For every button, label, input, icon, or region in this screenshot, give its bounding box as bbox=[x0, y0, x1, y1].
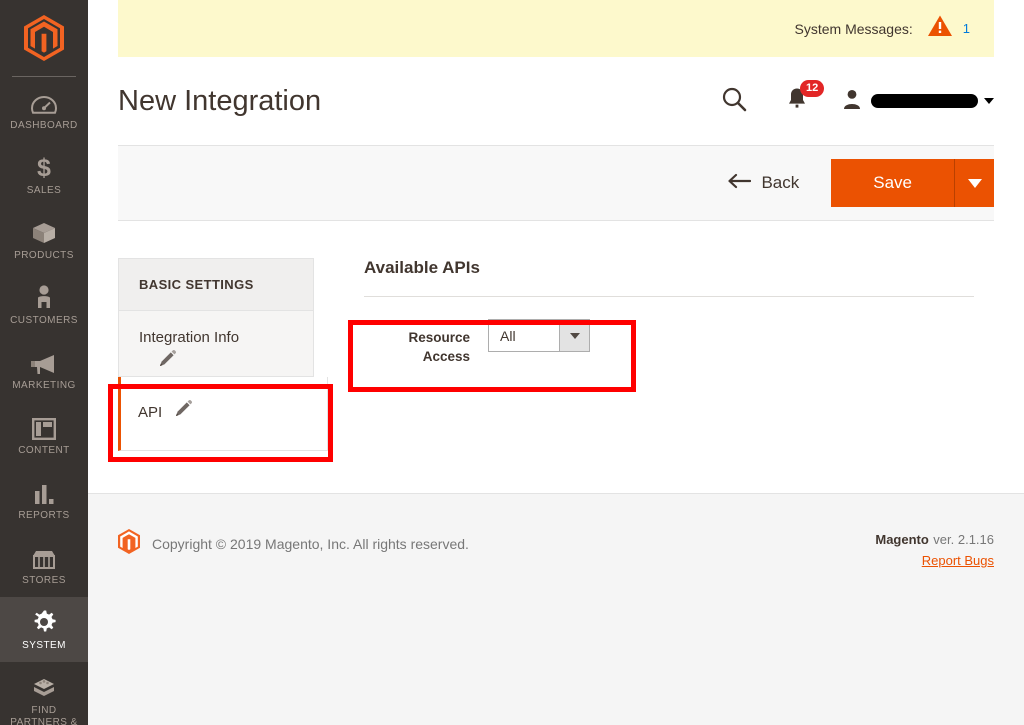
save-options-toggle-button[interactable] bbox=[954, 159, 994, 207]
admin-sidebar: DASHBOARD $ SALES PRODUCTS CUSTOMERS MAR… bbox=[0, 0, 88, 725]
report-bugs-link[interactable]: Report Bugs bbox=[922, 553, 994, 568]
reports-bars-icon bbox=[29, 479, 59, 505]
user-name-redacted bbox=[871, 94, 978, 108]
chevron-down-icon bbox=[967, 178, 982, 188]
page-content: Back Save BASIC SETTINGS Integration Inf… bbox=[118, 145, 994, 451]
page-title: New Integration bbox=[118, 84, 322, 117]
sidebar-item-stores[interactable]: STORES bbox=[0, 532, 88, 597]
sidebar-item-label: CONTENT bbox=[18, 445, 70, 456]
tab-integration-info[interactable]: Integration Info bbox=[118, 311, 314, 377]
magento-logo-icon bbox=[118, 529, 140, 559]
brand-name: Magento bbox=[875, 532, 929, 547]
footer-version: Magento ver. 2.1.16 Report Bugs bbox=[875, 529, 994, 571]
search-icon[interactable] bbox=[721, 86, 747, 117]
pencil-edit-icon bbox=[157, 349, 177, 374]
tab-api[interactable]: API bbox=[118, 377, 328, 451]
save-button-group: Save bbox=[831, 159, 994, 207]
magento-admin-page: DASHBOARD $ SALES PRODUCTS CUSTOMERS MAR… bbox=[0, 0, 1024, 725]
user-avatar-icon bbox=[843, 89, 861, 114]
notification-count-badge: 12 bbox=[800, 80, 825, 97]
stores-shop-icon bbox=[29, 544, 59, 570]
user-menu[interactable] bbox=[843, 89, 994, 114]
resource-access-value: All bbox=[500, 327, 516, 344]
sidebar-item-system[interactable]: SYSTEM bbox=[0, 597, 88, 662]
system-messages-label: System Messages: bbox=[794, 20, 913, 37]
page-actions-toolbar: Back Save bbox=[118, 145, 994, 221]
back-button[interactable]: Back bbox=[727, 173, 831, 194]
svg-text:$: $ bbox=[37, 154, 51, 180]
chevron-down-icon bbox=[984, 98, 994, 104]
pencil-edit-icon bbox=[173, 399, 193, 424]
sidebar-item-dashboard[interactable]: DASHBOARD bbox=[0, 77, 88, 142]
sales-dollar-icon: $ bbox=[29, 154, 59, 180]
warning-triangle-icon[interactable] bbox=[927, 14, 953, 43]
tab-label: Integration Info bbox=[139, 329, 240, 346]
sidebar-item-label: REPORTS bbox=[18, 510, 70, 521]
magento-logo[interactable] bbox=[0, 0, 88, 76]
sidebar-item-label: CUSTOMERS bbox=[10, 315, 78, 326]
resource-access-field-row: Resource Access All bbox=[364, 297, 974, 366]
system-messages-count[interactable]: 1 bbox=[963, 21, 970, 36]
section-title: Available APIs bbox=[364, 258, 974, 297]
sidebar-item-customers[interactable]: CUSTOMERS bbox=[0, 272, 88, 337]
copyright-text: Copyright © 2019 Magento, Inc. All right… bbox=[152, 536, 469, 552]
back-button-label: Back bbox=[761, 173, 800, 192]
sidebar-item-sales[interactable]: $ SALES bbox=[0, 142, 88, 207]
notifications-bell-icon[interactable]: 12 bbox=[787, 80, 825, 115]
footer-copyright: Copyright © 2019 Magento, Inc. All right… bbox=[118, 529, 469, 559]
page-footer: Copyright © 2019 Magento, Inc. All right… bbox=[88, 493, 1024, 725]
select-arrow-button[interactable] bbox=[559, 320, 589, 351]
sidebar-item-content[interactable]: CONTENT bbox=[0, 402, 88, 467]
sidebar-item-label: SALES bbox=[26, 185, 62, 196]
marketing-megaphone-icon bbox=[29, 349, 59, 375]
sidebar-item-marketing[interactable]: MARKETING bbox=[0, 337, 88, 402]
magento-logo-icon bbox=[24, 15, 64, 61]
chevron-down-icon bbox=[569, 332, 580, 339]
extensions-blocks-icon bbox=[29, 674, 59, 700]
version-text: ver. 2.1.16 bbox=[933, 532, 994, 547]
save-button[interactable]: Save bbox=[831, 159, 954, 207]
sidebar-item-label: PRODUCTS bbox=[14, 250, 74, 261]
basic-settings-tabs: BASIC SETTINGS Integration Info API bbox=[118, 258, 328, 451]
resource-access-select[interactable]: All bbox=[488, 319, 590, 352]
header-actions: 12 bbox=[721, 80, 994, 117]
page-header: New Integration 12 bbox=[118, 57, 994, 145]
basic-settings-heading: BASIC SETTINGS bbox=[118, 258, 314, 311]
content-layout-icon bbox=[29, 414, 59, 440]
sidebar-item-reports[interactable]: REPORTS bbox=[0, 467, 88, 532]
products-box-icon bbox=[29, 219, 59, 245]
arrow-left-icon bbox=[727, 173, 752, 194]
system-messages-bar: System Messages: 1 bbox=[118, 0, 994, 57]
system-gear-icon bbox=[29, 609, 59, 635]
integration-body: BASIC SETTINGS Integration Info API Avai… bbox=[118, 221, 994, 451]
sidebar-item-label: DASHBOARD bbox=[10, 120, 78, 131]
tab-label: API bbox=[138, 404, 163, 421]
sidebar-item-find-partners-extensions[interactable]: FIND PARTNERS & EXTENSIONS bbox=[0, 662, 88, 725]
dashboard-icon bbox=[29, 89, 59, 115]
sidebar-item-label: MARKETING bbox=[12, 380, 76, 391]
sidebar-item-label: FIND PARTNERS & EXTENSIONS bbox=[10, 705, 78, 725]
available-apis-form: Available APIs Resource Access All bbox=[314, 258, 994, 451]
sidebar-item-label: STORES bbox=[22, 575, 66, 586]
resource-access-label: Resource Access bbox=[408, 330, 470, 364]
customers-person-icon bbox=[29, 284, 59, 310]
sidebar-item-label: SYSTEM bbox=[22, 640, 66, 651]
sidebar-item-products[interactable]: PRODUCTS bbox=[0, 207, 88, 272]
